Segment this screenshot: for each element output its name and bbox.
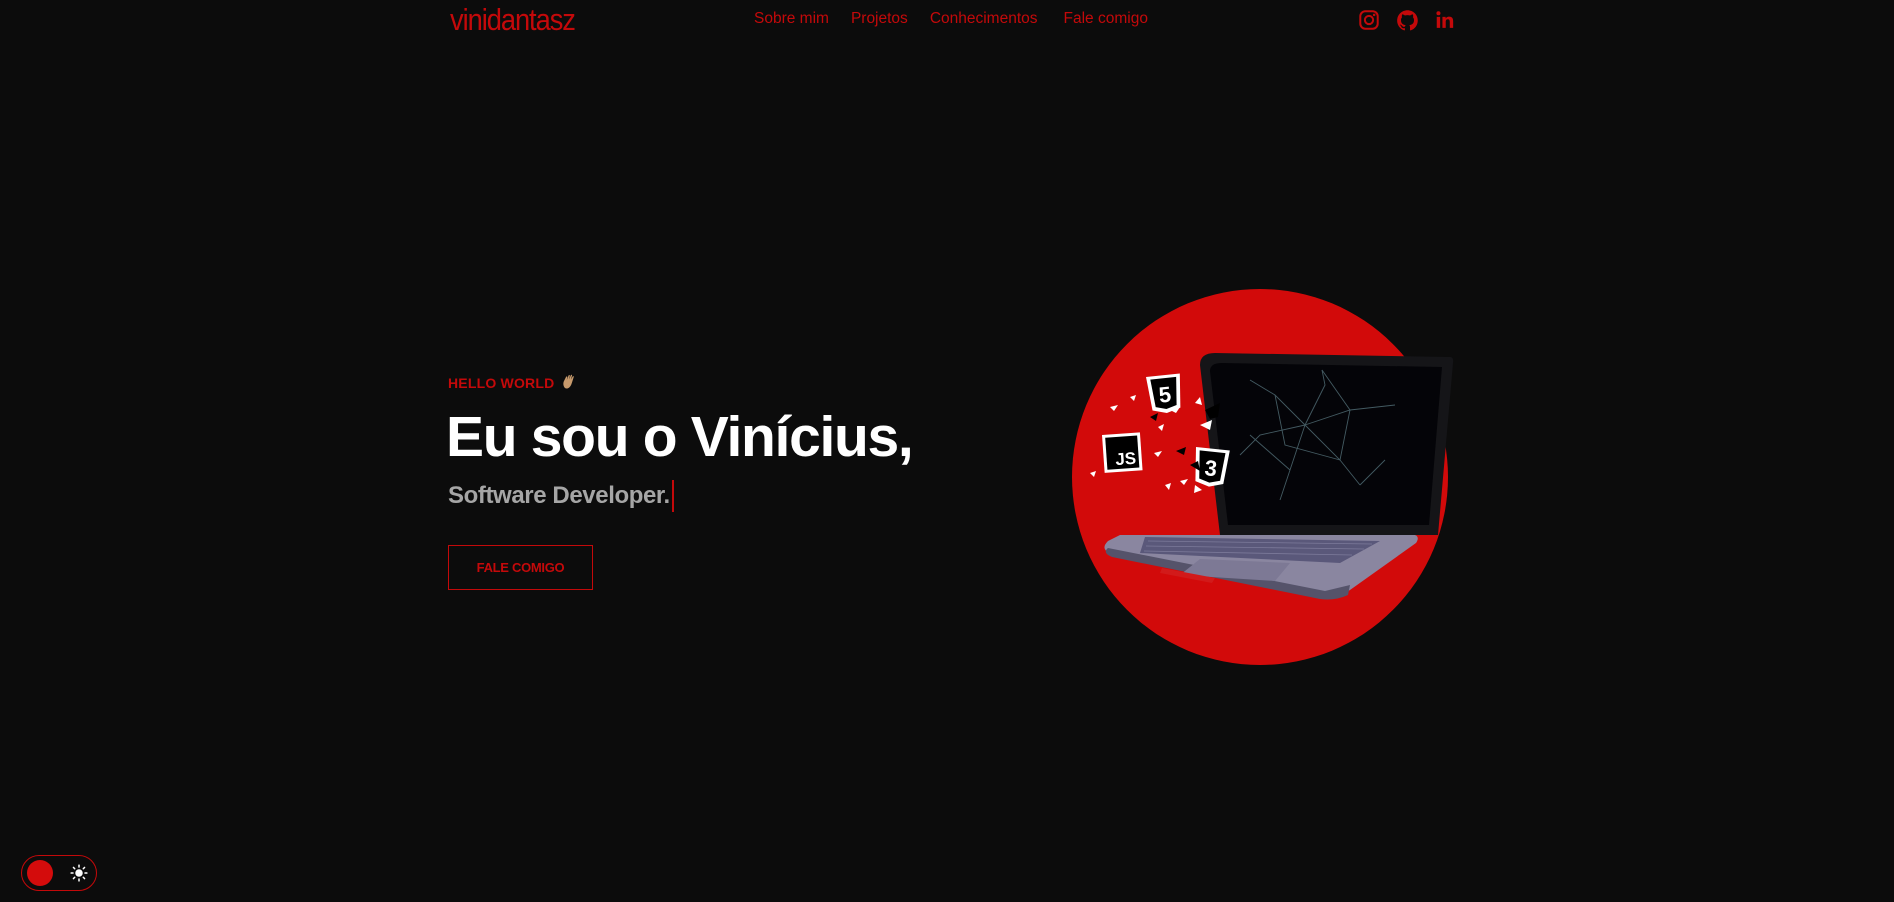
nav-link-conhecimentos[interactable]: Conhecimentos: [930, 10, 1038, 28]
svg-text:5: 5: [1158, 382, 1173, 408]
nav-link-projetos[interactable]: Projetos: [851, 10, 908, 28]
hero-tagline: HELLO WORLD: [448, 374, 576, 392]
github-icon[interactable]: [1396, 9, 1418, 31]
javascript-icon: JS: [1102, 432, 1143, 473]
linkedin-icon[interactable]: [1434, 9, 1456, 31]
svg-text:JS: JS: [1115, 449, 1137, 469]
nav-link-fale-comigo[interactable]: Fale comigo: [1064, 10, 1148, 28]
social-links: [1358, 9, 1456, 31]
hero-tag-text: HELLO WORLD: [448, 375, 555, 391]
hero-subtitle: Software Developer.: [448, 480, 674, 512]
nav-links: Sobre mim Projetos Conhecimentos Fale co…: [754, 10, 1148, 28]
toggle-knob: [27, 860, 53, 886]
top-navbar: vinidantasz Sobre mim Projetos Conhecime…: [0, 0, 1894, 44]
nav-link-sobre-mim[interactable]: Sobre mim: [754, 10, 829, 28]
hero-illustration: 5 JS 3: [1050, 285, 1470, 670]
site-logo[interactable]: vinidantasz: [450, 2, 576, 38]
hero-title: Eu sou o Vinícius,: [446, 405, 914, 469]
waving-hand-icon: [562, 374, 576, 392]
svg-text:3: 3: [1203, 455, 1218, 481]
sun-icon: [70, 864, 88, 882]
instagram-icon[interactable]: [1358, 9, 1380, 31]
hero-subtitle-text: Software Developer.: [448, 482, 670, 509]
theme-toggle[interactable]: [21, 855, 97, 891]
contact-button[interactable]: FALE COMIGO: [448, 545, 593, 590]
typing-caret: [671, 480, 674, 512]
